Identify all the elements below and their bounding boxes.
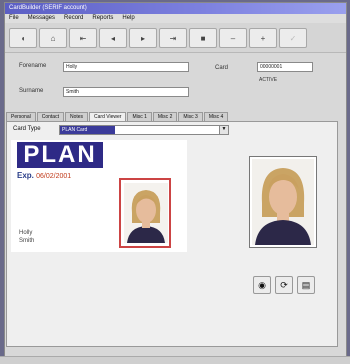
delete-record-button[interactable]: ‒: [219, 28, 247, 48]
camera-icon: ◉: [258, 279, 266, 290]
forename-field[interactable]: Holly: [63, 62, 189, 72]
card-holder-name: Holly Smith: [19, 229, 34, 245]
id-card-preview: PLAN Exp. 06/02/2001 Holly Smith: [11, 140, 187, 252]
window-title: CardBuilder (SERIF account): [9, 5, 87, 11]
tab-misc-4[interactable]: Misc 4: [203, 112, 229, 121]
stop-button[interactable]: ■: [189, 28, 217, 48]
card-first-name: Holly: [19, 230, 33, 236]
next-record-button[interactable]: ▸: [129, 28, 157, 48]
portrait-image-large: [252, 159, 314, 245]
menu-record[interactable]: Record: [64, 15, 83, 22]
check-icon: ✓: [289, 33, 297, 43]
card-photo: [119, 178, 171, 248]
confirm-button[interactable]: ✓: [279, 28, 307, 48]
previous-icon: ◂: [110, 33, 115, 43]
stop-icon: ■: [200, 33, 206, 43]
card-print-icon: ▤: [301, 279, 311, 290]
card-label: Card: [215, 65, 229, 71]
title-bar: CardBuilder (SERIF account): [5, 3, 346, 14]
print-button[interactable]: ⌂: [39, 28, 67, 48]
photo-actions: ◉ ⟳ ▤: [253, 276, 315, 294]
toolbar: ◖ ⌂ ⇤ ◂ ▸ ⇥ ■ ‒ + ✓: [5, 23, 346, 53]
record-fields: Forename Holly Surname Smith Card 000000…: [5, 53, 346, 109]
rotate-icon: ⟳: [280, 279, 288, 290]
tab-misc-1[interactable]: Misc 1: [127, 112, 152, 121]
tab-card-viewer[interactable]: Card Viewer: [89, 112, 127, 121]
add-record-button[interactable]: +: [249, 28, 277, 48]
rotate-photo-button[interactable]: ⟳: [275, 276, 293, 294]
menu-file[interactable]: File: [9, 15, 19, 22]
print-card-button[interactable]: ▤: [297, 276, 315, 294]
portrait-image: [124, 183, 168, 243]
card-expiry: Exp. 06/02/2001: [17, 171, 71, 180]
tab-personal[interactable]: Personal: [6, 112, 36, 121]
card-type-value: PLAN Card: [60, 126, 115, 134]
surname-field[interactable]: Smith: [63, 87, 189, 97]
menu-help[interactable]: Help: [122, 15, 134, 22]
last-record-button[interactable]: ⇥: [159, 28, 187, 48]
menu-reports[interactable]: Reports: [92, 15, 113, 22]
card-number-field[interactable]: 00000001: [257, 62, 313, 72]
expiry-date: 06/02/2001: [36, 173, 72, 180]
card-type-label: Card Type: [13, 126, 41, 132]
capture-photo-button[interactable]: ◉: [253, 276, 271, 294]
card-type-select[interactable]: PLAN Card ▼: [59, 125, 229, 135]
exit-button[interactable]: ◖: [9, 28, 37, 48]
chevron-down-icon[interactable]: ▼: [219, 126, 228, 134]
last-icon: ⇥: [169, 33, 177, 43]
card-last-name: Smith: [19, 238, 35, 244]
card-logo: PLAN: [17, 142, 103, 168]
exit-icon: ◖: [20, 33, 26, 43]
next-icon: ▸: [140, 33, 145, 43]
first-record-button[interactable]: ⇤: [69, 28, 97, 48]
expiry-label: Exp.: [17, 171, 34, 180]
status-bar: [0, 356, 350, 364]
card-viewer-panel: Card Type PLAN Card ▼ PLAN Exp. 06/02/20…: [6, 121, 338, 347]
forename-label: Forename: [19, 63, 47, 69]
menu-bar: File Messages Record Reports Help: [5, 14, 346, 23]
first-icon: ⇤: [79, 33, 87, 43]
menu-messages[interactable]: Messages: [28, 15, 55, 22]
tab-misc-3[interactable]: Misc 3: [178, 112, 203, 121]
tab-strip: Personal Contact Notes Card Viewer Misc …: [6, 112, 229, 121]
surname-label: Surname: [19, 88, 44, 94]
card-status: ACTIVE: [259, 77, 278, 83]
printer-icon: ⌂: [50, 33, 56, 43]
tab-contact[interactable]: Contact: [36, 112, 64, 121]
minus-icon: ‒: [230, 33, 236, 43]
tab-misc-2[interactable]: Misc 2: [152, 112, 178, 121]
plus-icon: +: [260, 33, 266, 43]
previous-record-button[interactable]: ◂: [99, 28, 127, 48]
captured-photo: [249, 156, 317, 248]
tab-notes[interactable]: Notes: [64, 112, 89, 121]
